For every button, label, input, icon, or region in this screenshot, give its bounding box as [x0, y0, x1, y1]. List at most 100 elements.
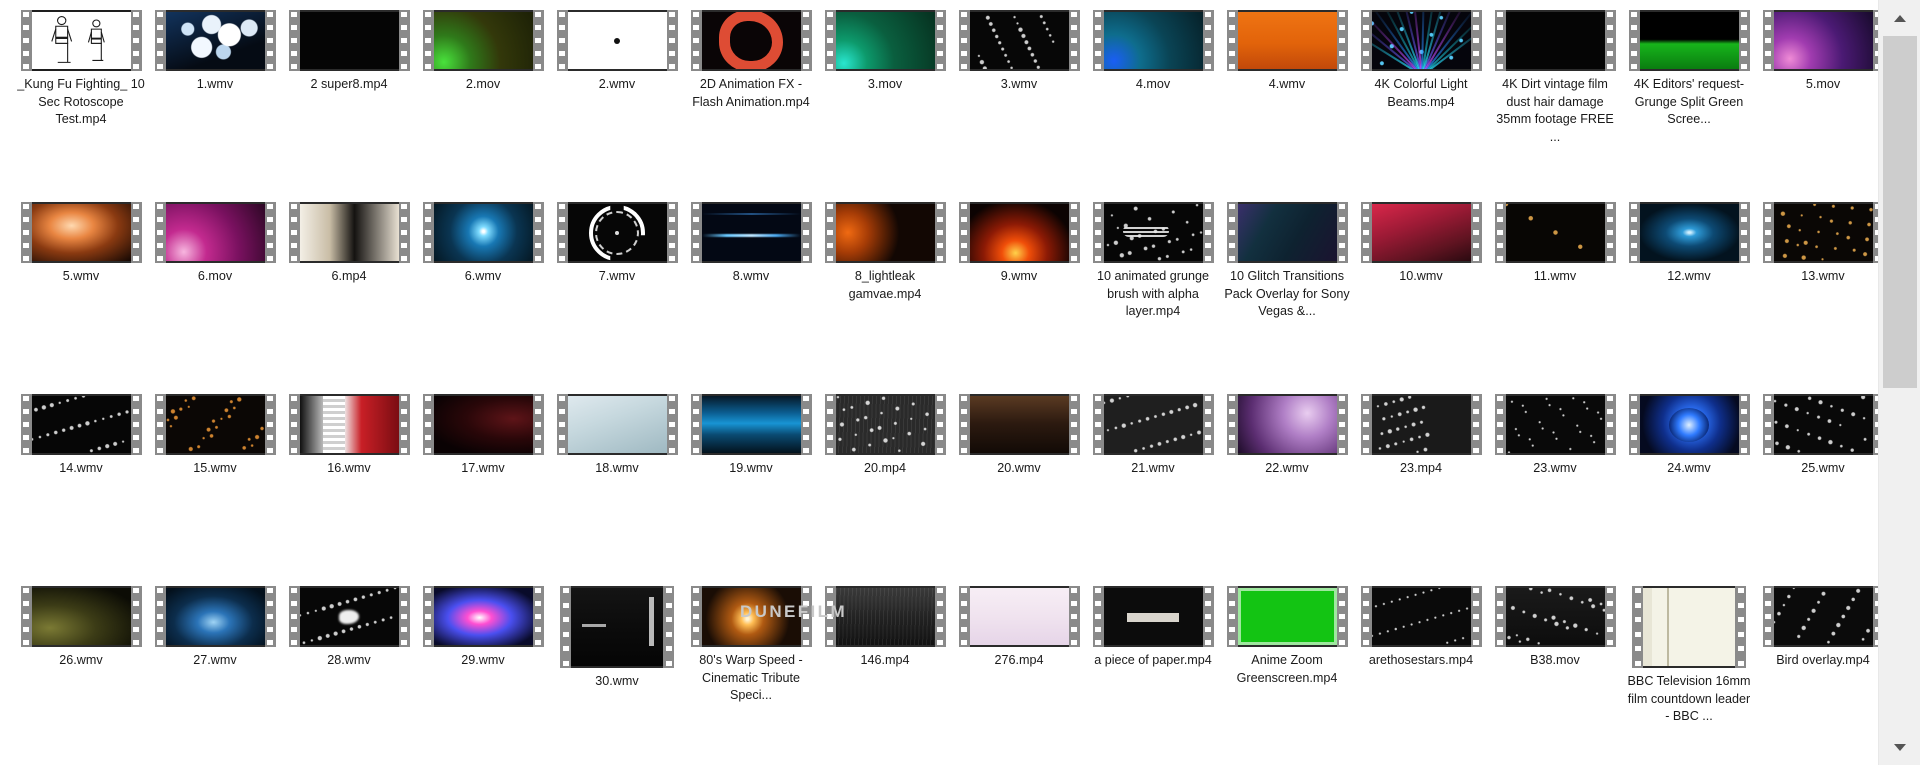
film-strip-thumbnail	[422, 586, 544, 647]
scroll-up-button[interactable]	[1879, 0, 1920, 36]
perforation-hole	[1473, 64, 1479, 69]
file-tile[interactable]: 12.wmv	[1622, 198, 1756, 390]
file-tile[interactable]: 3.mov	[818, 6, 952, 198]
perforation-hole	[693, 614, 699, 619]
perforation-hole	[1205, 217, 1211, 222]
file-tile[interactable]: B38.mov	[1488, 582, 1622, 765]
file-tile[interactable]: _Kung Fu Fighting_ 10 Sec Rotoscope Test…	[14, 6, 148, 198]
file-tile[interactable]: a piece of paper.mp4	[1086, 582, 1220, 765]
perforation-hole	[1363, 614, 1369, 619]
file-tile[interactable]: 4K Editors' request-Grunge Split Green S…	[1622, 6, 1756, 198]
file-grid-container[interactable]: _Kung Fu Fighting_ 10 Sec Rotoscope Test…	[0, 0, 1878, 765]
file-tile[interactable]: 21.wmv	[1086, 390, 1220, 582]
perforation-hole	[693, 12, 699, 17]
perforation-hole	[425, 588, 431, 593]
film-perforation-left	[1360, 202, 1372, 263]
perforation-hole	[535, 435, 541, 440]
file-tile[interactable]: Bird overlay.mp4	[1756, 582, 1878, 765]
file-tile[interactable]: Anime Zoom Greenscreen.mp4	[1220, 582, 1354, 765]
file-tile[interactable]: 4K Colorful Light Beams.mp4	[1354, 6, 1488, 198]
perforation-hole	[1765, 614, 1771, 619]
file-tile[interactable]: 10.wmv	[1354, 198, 1488, 390]
file-tile[interactable]: 23.wmv	[1488, 390, 1622, 582]
film-strip-thumbnail	[1762, 586, 1878, 647]
perforation-hole	[1497, 243, 1503, 248]
file-tile[interactable]: 2.wmv	[550, 6, 684, 198]
file-tile[interactable]: 24.wmv	[1622, 390, 1756, 582]
file-tile[interactable]: 5.wmv	[14, 198, 148, 390]
perforation-hole	[559, 422, 565, 427]
file-tile[interactable]: 20.mp4	[818, 390, 952, 582]
film-perforation-right	[1068, 394, 1080, 455]
file-tile[interactable]: 6.mp4	[282, 198, 416, 390]
file-tile[interactable]: 14.wmv	[14, 390, 148, 582]
file-tile[interactable]: BBC Television 16mm film countdown leade…	[1622, 582, 1756, 765]
film-strip-thumbnail	[1092, 202, 1214, 263]
film-perforation-right	[1202, 10, 1214, 71]
perforation-hole	[1095, 448, 1101, 453]
file-tile[interactable]: 8_lightleak gamvae.mp4	[818, 198, 952, 390]
perforation-hole	[291, 256, 297, 261]
file-tile[interactable]: 18.wmv	[550, 390, 684, 582]
perforation-hole	[1765, 64, 1771, 69]
file-tile[interactable]: 6.wmv	[416, 198, 550, 390]
file-tile[interactable]: 5.mov	[1756, 6, 1878, 198]
perforation-hole	[425, 25, 431, 30]
perforation-hole	[23, 627, 29, 632]
file-tile[interactable]: 2 super8.mp4	[282, 6, 416, 198]
file-name-label: 2D Animation FX - Flash Animation.mp4	[692, 77, 810, 109]
file-tile[interactable]: 25.wmv	[1756, 390, 1878, 582]
file-tile[interactable]: 17.wmv	[416, 390, 550, 582]
file-tile[interactable]: 7.wmv	[550, 198, 684, 390]
scroll-down-button[interactable]	[1879, 729, 1920, 765]
file-tile[interactable]: 15.wmv	[148, 390, 282, 582]
file-tile[interactable]: 19.wmv	[684, 390, 818, 582]
perforation-hole	[803, 38, 809, 43]
file-tile[interactable]: 4.mov	[1086, 6, 1220, 198]
file-tile[interactable]: 9.wmv	[952, 198, 1086, 390]
file-name-label: 22.wmv	[1265, 461, 1309, 475]
file-name-label: 5.mov	[1805, 77, 1841, 91]
scrollbar-thumb[interactable]	[1883, 36, 1917, 388]
file-tile[interactable]: 2.mov	[416, 6, 550, 198]
perforation-hole	[535, 38, 541, 43]
file-tile[interactable]: 1.wmv	[148, 6, 282, 198]
file-tile[interactable]: 4K Dirt vintage film dust hair damage 35…	[1488, 6, 1622, 198]
file-tile[interactable]: 27.wmv	[148, 582, 282, 765]
file-tile[interactable]: 8.wmv	[684, 198, 818, 390]
perforation-hole	[425, 230, 431, 235]
perforation-hole	[425, 256, 431, 261]
file-tile[interactable]: 20.wmv	[952, 390, 1086, 582]
perforation-hole	[559, 396, 565, 401]
file-tile[interactable]: 3.wmv	[952, 6, 1086, 198]
perforation-hole	[1497, 64, 1503, 69]
film-perforation-right	[1735, 586, 1746, 668]
perforation-hole	[157, 409, 163, 414]
file-tile[interactable]: 22.wmv	[1220, 390, 1354, 582]
file-tile[interactable]: 29.wmv	[416, 582, 550, 765]
file-tile[interactable]: 23.mp4	[1354, 390, 1488, 582]
perforation-hole	[1363, 409, 1369, 414]
file-tile[interactable]: 2D Animation FX - Flash Animation.mp4	[684, 6, 818, 198]
file-tile[interactable]: 276.mp4	[952, 582, 1086, 765]
file-tile[interactable]: 10 animated grunge brush with alpha laye…	[1086, 198, 1220, 390]
file-tile[interactable]: 16.wmv	[282, 390, 416, 582]
perforation-hole	[1339, 64, 1345, 69]
vertical-scrollbar[interactable]	[1878, 0, 1920, 765]
preview-texture-overlay	[969, 12, 1069, 69]
perforation-hole	[1607, 422, 1613, 427]
file-tile[interactable]: arethosestars.mp4	[1354, 582, 1488, 765]
video-preview-frame	[969, 394, 1069, 455]
perforation-hole	[669, 435, 675, 440]
file-tile[interactable]: 26.wmv	[14, 582, 148, 765]
file-tile[interactable]: 28.wmv	[282, 582, 416, 765]
perforation-hole	[1631, 422, 1637, 427]
file-tile[interactable]: 10 Glitch Transitions Pack Overlay for S…	[1220, 198, 1354, 390]
perforation-hole	[803, 12, 809, 17]
file-tile[interactable]: 13.wmv	[1756, 198, 1878, 390]
perforation-hole	[665, 588, 672, 593]
file-tile[interactable]: 11.wmv	[1488, 198, 1622, 390]
file-tile[interactable]: 4.wmv	[1220, 6, 1354, 198]
file-tile[interactable]: 6.mov	[148, 198, 282, 390]
file-tile[interactable]: 30.wmv	[550, 582, 684, 765]
